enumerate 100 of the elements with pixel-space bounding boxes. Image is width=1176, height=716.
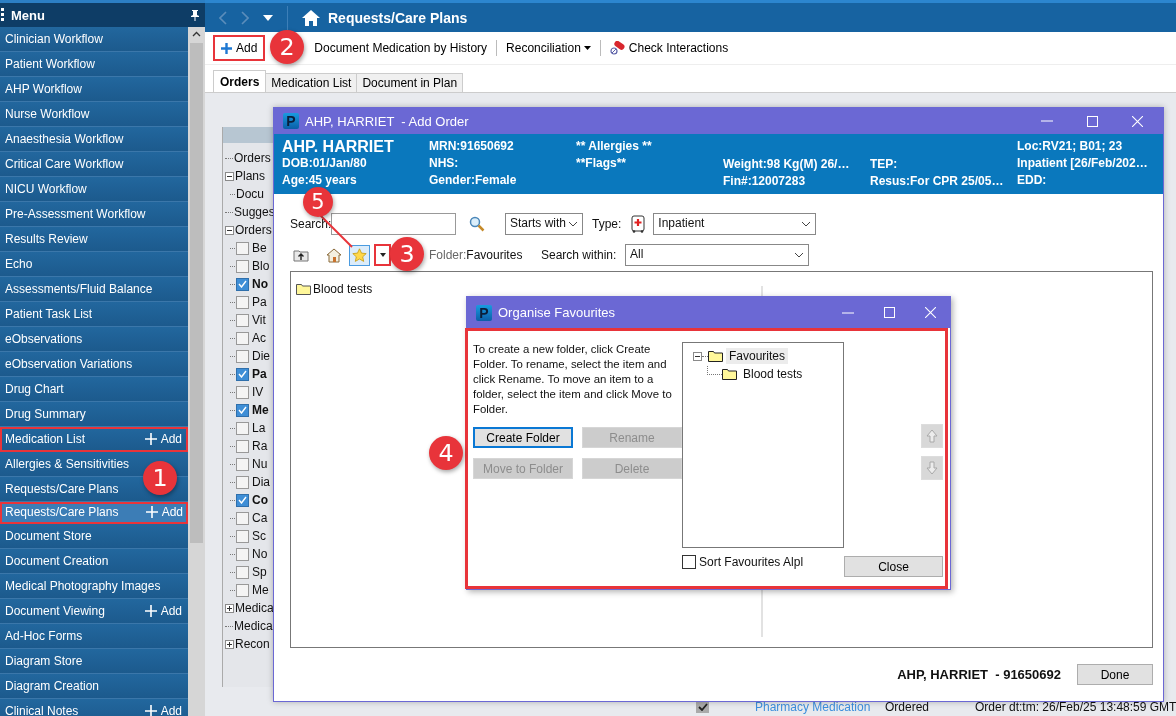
add-button[interactable]: Add — [145, 505, 183, 519]
tree-item[interactable]: Pa — [252, 295, 267, 309]
search-field[interactable] — [331, 213, 456, 235]
tree-item[interactable]: Pa — [252, 367, 267, 381]
forward-icon[interactable] — [241, 10, 249, 25]
checkbox[interactable] — [236, 439, 249, 453]
checkbox[interactable] — [236, 493, 249, 507]
menu-item[interactable]: eObservations — [0, 327, 188, 352]
dropdown-button[interactable] — [374, 244, 391, 266]
toolbar-button[interactable]: Document Medication by History — [311, 41, 491, 55]
tree-item[interactable]: Plans — [235, 169, 266, 183]
tree-item[interactable]: Orders — [234, 151, 271, 165]
collapse-icon[interactable] — [693, 351, 702, 361]
menu-item[interactable]: Pre-Assessment Workflow — [0, 202, 188, 227]
tree-item[interactable]: Ac — [252, 331, 266, 345]
dialog-button[interactable]: Create Folder — [473, 427, 573, 448]
add-button[interactable]: Add — [144, 604, 182, 618]
tree-item[interactable]: Sc — [252, 529, 266, 543]
home-icon[interactable] — [326, 247, 342, 263]
tree-item[interactable]: No — [252, 547, 268, 561]
add-button[interactable]: Add — [213, 35, 266, 61]
checkbox[interactable] — [236, 583, 249, 597]
menu-item[interactable]: Document Creation — [0, 549, 188, 574]
menu-item[interactable]: Results Review — [0, 227, 188, 252]
checkbox[interactable] — [236, 385, 249, 399]
menu-item[interactable]: Drug Summary — [0, 402, 188, 427]
menu-item[interactable]: Critical Care Workflow — [0, 152, 188, 177]
close-icon[interactable] — [925, 307, 936, 318]
menu-button[interactable]: Reconciliation — [503, 41, 594, 55]
search-within-dropdown[interactable]: All — [625, 244, 809, 266]
checkbox[interactable] — [236, 457, 249, 471]
menu-item[interactable]: Document Store — [0, 524, 188, 549]
checkbox[interactable] — [236, 547, 249, 561]
folder-up-icon[interactable] — [293, 248, 309, 262]
menu-item[interactable]: AHP Workflow — [0, 77, 188, 102]
tree-item[interactable]: Nu — [252, 457, 268, 471]
tree-item[interactable]: Blood tests — [740, 366, 806, 382]
tab[interactable]: Medication List — [265, 73, 358, 92]
maximize-icon[interactable] — [1087, 115, 1098, 127]
folder-item[interactable]: Blood tests — [291, 272, 1152, 296]
menu-item[interactable]: Clinical Notes Add — [0, 699, 188, 716]
menu-item[interactable]: Assessments/Fluid Balance — [0, 277, 188, 302]
checkbox[interactable] — [236, 259, 249, 273]
tab[interactable]: Document in Plan — [356, 73, 464, 92]
tree-item[interactable]: Vit — [252, 313, 266, 327]
add-button[interactable]: Add — [144, 432, 182, 446]
tree-item[interactable]: Ra — [252, 439, 268, 453]
tree-item[interactable]: IV — [252, 385, 264, 399]
tree-item[interactable]: Orders — [235, 223, 272, 237]
minimize-icon[interactable] — [842, 311, 854, 314]
menu-item[interactable]: Requests/Care Plans Add — [0, 502, 188, 524]
menu-item[interactable]: eObservation Variations — [0, 352, 188, 377]
menu-item[interactable]: Clinician Workflow — [0, 27, 188, 52]
tree-item[interactable]: Medica — [234, 619, 273, 633]
dropdown-icon[interactable] — [263, 14, 273, 21]
menu-item[interactable]: Medication List Add — [0, 427, 188, 452]
close-icon[interactable] — [1132, 115, 1143, 127]
close-button[interactable]: Close — [844, 556, 943, 577]
checkbox[interactable] — [236, 421, 249, 435]
home-icon[interactable] — [302, 9, 320, 26]
menu-item[interactable]: Patient Task List — [0, 302, 188, 327]
checkbox[interactable] — [236, 331, 249, 345]
menu-item[interactable]: Ad-Hoc Forms — [0, 624, 188, 649]
add-button[interactable]: Add — [144, 704, 182, 716]
tree-item[interactable]: Blo — [252, 259, 270, 273]
checkbox[interactable] — [236, 511, 249, 525]
search-icon[interactable] — [469, 216, 485, 232]
tree-item[interactable]: Ca — [252, 511, 268, 525]
menu-item[interactable]: Medical Photography Images — [0, 574, 188, 599]
tree-item[interactable]: Docu — [236, 187, 264, 201]
tree-item[interactable]: La — [252, 421, 266, 435]
tree-item[interactable]: Me — [252, 403, 269, 417]
checkbox[interactable] — [236, 529, 249, 543]
checkbox[interactable] — [236, 565, 249, 579]
checkbox[interactable] — [236, 403, 249, 417]
collapse-icon[interactable] — [225, 225, 234, 235]
tree-item[interactable]: Dia — [252, 475, 270, 489]
match-dropdown[interactable]: Starts with — [505, 213, 583, 235]
checkbox[interactable] — [236, 475, 249, 489]
menu-item[interactable]: Patient Workflow — [0, 52, 188, 77]
menu-item[interactable]: Diagram Store — [0, 649, 188, 674]
expand-icon[interactable] — [225, 639, 234, 649]
menu-item[interactable]: Drug Chart — [0, 377, 188, 402]
checkbox[interactable] — [236, 277, 249, 291]
tree-item[interactable]: Medica — [235, 601, 274, 615]
toolbar-button[interactable]: Check Interactions — [606, 41, 732, 55]
menu-item[interactable]: NICU Workflow — [0, 177, 188, 202]
checkbox[interactable] — [236, 295, 249, 309]
tree-item[interactable]: Die — [252, 349, 270, 363]
checkbox[interactable] — [236, 349, 249, 363]
type-dropdown[interactable]: Inpatient — [653, 213, 817, 235]
menu-item[interactable]: Document Viewing Add — [0, 599, 188, 624]
tree-item[interactable]: Co — [252, 493, 268, 507]
collapse-icon[interactable] — [225, 171, 234, 181]
tree-item[interactable]: No — [252, 277, 268, 291]
checkbox[interactable] — [696, 701, 709, 713]
tree-item[interactable]: Be — [252, 241, 267, 255]
tree-item[interactable]: Sp — [252, 565, 267, 579]
menu-item[interactable]: Anaesthesia Workflow — [0, 127, 188, 152]
checkbox[interactable] — [236, 241, 249, 255]
